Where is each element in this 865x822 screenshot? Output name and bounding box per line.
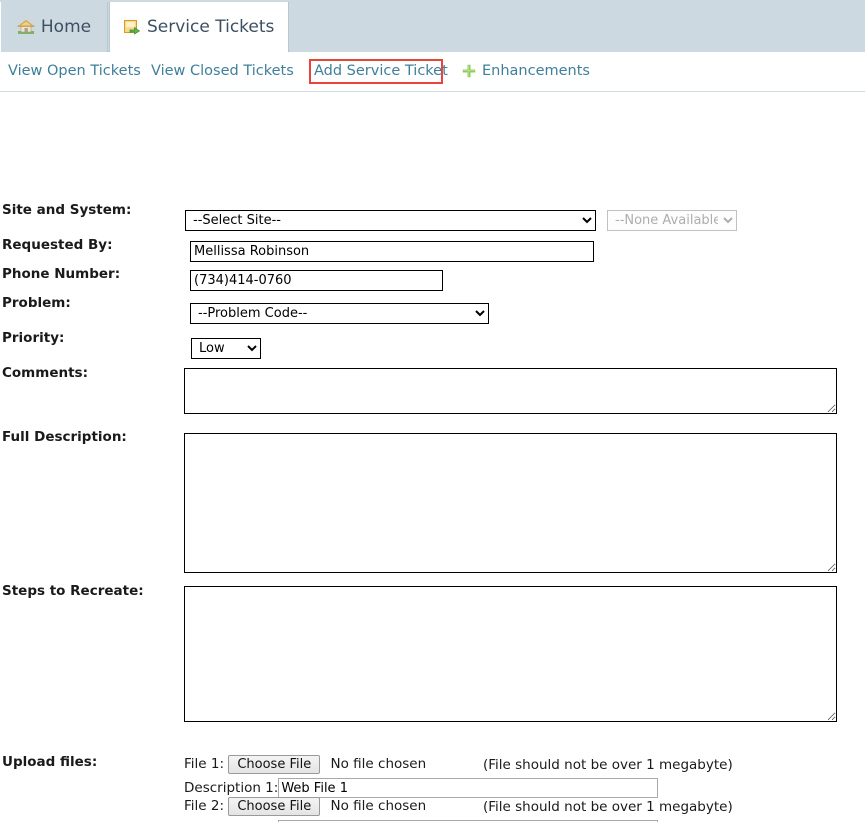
file-1-size-hint: (File should not be over 1 megabyte) bbox=[483, 757, 733, 773]
label-comments: Comments: bbox=[2, 365, 88, 381]
tab-service-tickets[interactable]: Service Tickets bbox=[109, 2, 289, 52]
file-2-status: No file chosen bbox=[330, 798, 427, 814]
tab-service-tickets-label: Service Tickets bbox=[147, 17, 275, 37]
nav-view-open-tickets[interactable]: View Open Tickets bbox=[8, 63, 141, 79]
upload-row-1: File 1: Choose File No file chosen bbox=[184, 755, 426, 774]
label-steps-to-recreate: Steps to Recreate: bbox=[2, 583, 144, 599]
priority-select-wrap: Low bbox=[191, 337, 261, 359]
phone-number-input[interactable] bbox=[190, 270, 443, 291]
file-1-status: No file chosen bbox=[330, 756, 427, 772]
service-ticket-icon bbox=[124, 19, 141, 35]
system-select[interactable]: --None Available-- bbox=[607, 210, 737, 231]
choose-file-button-2[interactable]: Choose File bbox=[228, 797, 321, 816]
steps-to-recreate-textarea[interactable] bbox=[184, 586, 837, 722]
requested-by-input[interactable] bbox=[190, 241, 594, 262]
nav-enhancements[interactable]: Enhancements bbox=[482, 63, 590, 79]
comments-textarea[interactable] bbox=[184, 368, 837, 414]
nav-view-closed-tickets[interactable]: View Closed Tickets bbox=[151, 63, 294, 79]
label-requested-by: Requested By: bbox=[2, 237, 113, 253]
tab-bar-filler bbox=[290, 2, 865, 52]
priority-select[interactable]: Low bbox=[191, 338, 261, 359]
choose-file-button-1[interactable]: Choose File bbox=[228, 755, 321, 774]
file-2-label: File 2: bbox=[184, 798, 225, 814]
site-select-wrap: --Select Site-- bbox=[185, 209, 596, 231]
description-row-1: Description 1: bbox=[184, 778, 659, 798]
description-1-label: Description 1: bbox=[184, 779, 279, 796]
system-select-wrap: --None Available-- bbox=[607, 209, 737, 231]
home-icon bbox=[17, 19, 35, 35]
sub-navigation: View Open Tickets View Closed Tickets Ad… bbox=[0, 52, 865, 92]
tab-home-label: Home bbox=[40, 17, 92, 37]
plus-icon bbox=[462, 63, 476, 78]
description-1-input[interactable] bbox=[278, 778, 659, 798]
tab-bar: Home Service Tickets bbox=[0, 0, 865, 52]
label-site-and-system: Site and System: bbox=[2, 202, 132, 218]
label-phone-number: Phone Number: bbox=[2, 266, 121, 282]
full-description-textarea[interactable] bbox=[184, 433, 837, 573]
file-2-size-hint: (File should not be over 1 megabyte) bbox=[483, 799, 733, 815]
label-problem: Problem: bbox=[2, 295, 71, 311]
label-full-description: Full Description: bbox=[2, 429, 127, 445]
problem-select[interactable]: --Problem Code-- bbox=[190, 303, 489, 324]
file-1-label: File 1: bbox=[184, 756, 225, 772]
label-upload-files: Upload files: bbox=[2, 754, 98, 770]
upload-row-2: File 2: Choose File No file chosen bbox=[184, 797, 426, 816]
site-select[interactable]: --Select Site-- bbox=[185, 210, 596, 231]
label-priority: Priority: bbox=[2, 330, 65, 346]
tab-home[interactable]: Home bbox=[0, 2, 108, 52]
problem-select-wrap: --Problem Code-- bbox=[190, 302, 489, 324]
nav-add-service-ticket[interactable]: Add Service Ticket bbox=[314, 63, 448, 79]
